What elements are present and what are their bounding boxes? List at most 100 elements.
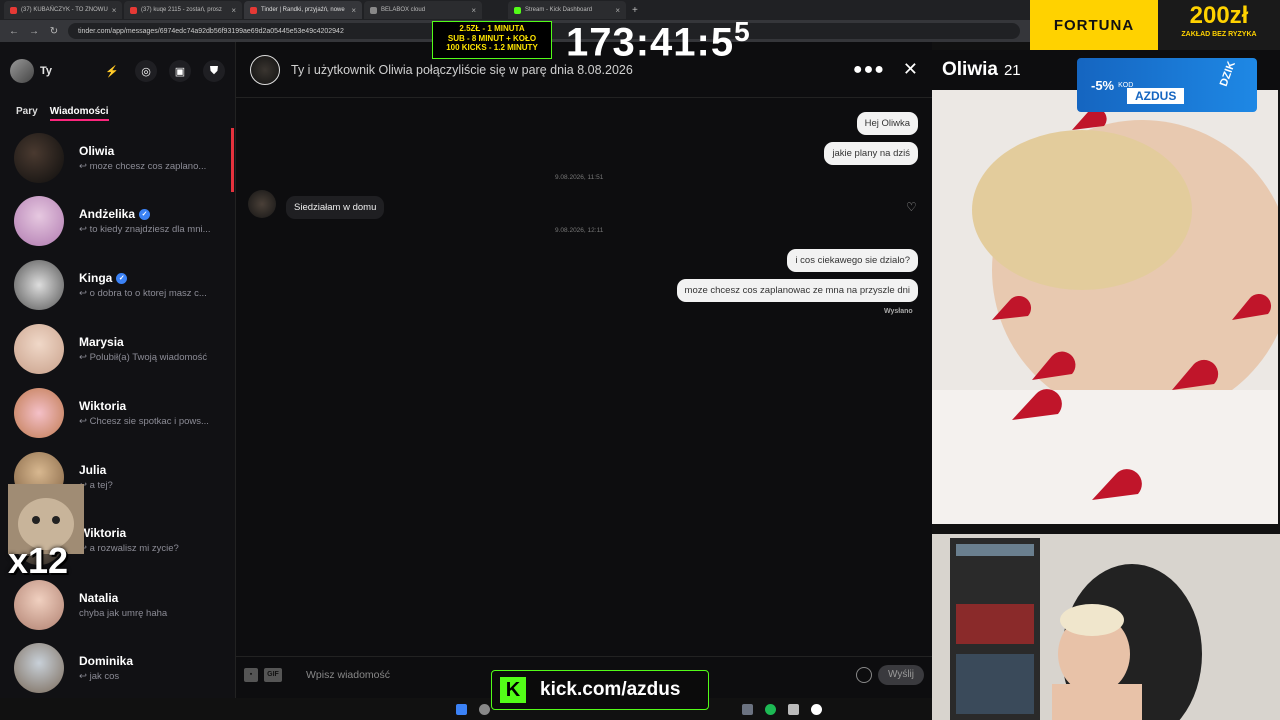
conversation-name-text: Julia xyxy=(79,463,107,477)
outgoing-message: i cos ciekawego sie dzialo? xyxy=(787,249,918,272)
fortuna-subtitle: ZAKŁAD BEZ RYZYKA xyxy=(1181,31,1257,38)
conversation-name-text: Natalia xyxy=(79,591,119,605)
conversation-name: Natalia xyxy=(79,591,229,605)
conversation-preview: chyba jak umrę haha xyxy=(79,608,168,619)
new-tab-icon[interactable]: + xyxy=(632,5,638,16)
sub-rule-line: SUB - 8 MINUT + KOŁO xyxy=(447,33,537,43)
conversation-item[interactable]: Natalia chyba jak umrę haha xyxy=(0,575,234,635)
conversation-preview: ↩ jak cos xyxy=(79,671,120,682)
conversation-name: Oliwia xyxy=(79,144,229,158)
conversation-item[interactable]: Wiktoria ↩ Chcesz sie spotkac i pows... xyxy=(0,383,234,443)
chat-panel: Ty i użytkownik Oliwia połączyliście się… xyxy=(236,42,932,698)
dzik-sponsor-ad: -5% KOD AZDUS DZIK xyxy=(1077,58,1257,112)
shield-icon[interactable]: ⛊ xyxy=(203,60,225,82)
timer-digit: 5 xyxy=(734,16,751,47)
discord-icon[interactable] xyxy=(742,703,753,715)
emote-count: x12 xyxy=(8,540,69,581)
sticker-icon[interactable]: ▪ xyxy=(244,667,258,682)
browser-tab-active[interactable]: Tinder | Randki, przyjaźń, nowe × xyxy=(244,1,362,19)
conversation-name: Dominika xyxy=(79,654,229,668)
browser-tab-bar: (37) KUBAŃCZYK - TO ZNOWU × (37) kuqe 211… xyxy=(0,0,1030,20)
briefcase-icon[interactable]: ▣ xyxy=(169,60,191,82)
browser-tab[interactable]: (37) kuqe 2115 - zostań, prosz × xyxy=(124,1,242,19)
conversation-item[interactable]: Marysia ↩ Polubił(a) Twoją wiadomość xyxy=(0,319,234,379)
profile-photo[interactable] xyxy=(932,90,1278,524)
message-timestamp: 9.08.2026, 11:51 xyxy=(555,174,604,181)
youtube-icon xyxy=(130,6,137,14)
close-tab-icon[interactable]: × xyxy=(231,6,236,15)
gif-button[interactable]: GIF xyxy=(264,667,282,682)
conversation-item[interactable]: Kinga ✓ ↩ o dobra to o ktorej masz c... xyxy=(0,255,234,315)
conversation-text: Oliwia ↩ moze chcesz cos zaplano... xyxy=(79,144,229,172)
match-avatar[interactable] xyxy=(250,54,280,85)
avatar xyxy=(14,324,64,374)
close-tab-icon[interactable]: × xyxy=(471,6,476,15)
explore-icon[interactable]: ◎ xyxy=(135,60,157,82)
verified-badge-icon: ✓ xyxy=(116,272,128,284)
close-icon[interactable]: ✕ xyxy=(903,59,918,80)
subathon-rules-box: 2.5ZŁ - 1 MINUTA SUB - 8 MINUT + KOŁO 10… xyxy=(432,21,552,59)
spotify-icon[interactable] xyxy=(765,703,776,715)
close-tab-icon[interactable]: × xyxy=(112,6,117,15)
avatar xyxy=(14,580,64,630)
dzik-discount: -5% xyxy=(1091,77,1115,93)
profile-label[interactable]: Ty xyxy=(40,65,52,77)
conversation-preview: ↩ Polubił(a) Twoją wiadomość xyxy=(79,352,208,363)
taskbar xyxy=(440,698,840,720)
conversation-name-text: Dominika xyxy=(79,654,134,668)
avatar xyxy=(14,133,64,183)
like-heart-icon[interactable]: ♡ xyxy=(906,200,917,214)
tab-pary[interactable]: Pary xyxy=(16,106,38,121)
conversation-name: Wiktoria xyxy=(79,399,229,413)
outgoing-message: moze chcesz cos zaplanowac ze mna na prz… xyxy=(676,279,918,302)
conversation-item[interactable]: Andżelika ✓ ↩ to kiedy znajdziesz dla mni.… xyxy=(0,191,234,251)
verified-badge-icon: ✓ xyxy=(139,208,151,220)
tab-wiadomosci[interactable]: Wiadomości xyxy=(49,106,109,121)
conversation-name-text: Andżelika xyxy=(79,207,136,221)
conversation-name: Andżelika ✓ xyxy=(79,207,229,221)
sidebar-top-nav: Ty ⚡ ◎ ▣ ⛊ xyxy=(0,42,235,100)
conversation-preview: ↩ Chcesz sie spotkac i pows... xyxy=(79,416,209,427)
sender-avatar xyxy=(248,190,276,218)
obs-icon[interactable] xyxy=(811,703,822,715)
profile-photo-image xyxy=(932,90,1278,524)
profile-name: Oliwia xyxy=(942,59,998,80)
reload-icon[interactable]: ↻ xyxy=(48,26,60,37)
windows-start-icon[interactable] xyxy=(456,703,467,715)
search-icon[interactable] xyxy=(479,703,490,715)
avatar xyxy=(14,388,64,438)
forward-icon[interactable]: → xyxy=(28,26,40,37)
sub-rule-line: 2.5ZŁ - 1 MINUTA xyxy=(459,24,525,33)
conversation-item[interactable]: Oliwia ↩ moze chcesz cos zaplano... xyxy=(0,128,234,188)
conversation-preview: ↩ o dobra to o ktorej masz c... xyxy=(79,288,207,299)
close-tab-icon[interactable]: × xyxy=(351,6,356,15)
conversation-text: Wiktoria ↩ Chcesz sie spotkac i pows... xyxy=(79,399,229,427)
browser-tab[interactable]: BELABOX cloud × xyxy=(364,1,482,19)
conversation-text: Dominika ↩ jak cos xyxy=(79,654,229,682)
conversation-item[interactable]: Dominika ↩ jak cos xyxy=(0,638,234,698)
send-button[interactable]: Wyślij xyxy=(877,664,924,685)
sidebar-tabs: Pary Wiadomości xyxy=(0,100,235,127)
conversation-preview: ↩ a rozwalisz mi zycie? xyxy=(79,543,179,554)
more-options-icon[interactable]: ●●● xyxy=(853,61,885,79)
sub-rule-line: 100 KICKS - 1.2 MINUTY xyxy=(446,43,538,52)
avatar xyxy=(14,260,64,310)
profile-age: 21 xyxy=(1003,61,1021,79)
back-icon[interactable]: ← xyxy=(8,26,20,37)
conversation-text: Natalia chyba jak umrę haha xyxy=(79,591,229,619)
boost-icon[interactable]: ⚡ xyxy=(101,60,123,82)
streamer-webcam xyxy=(932,534,1280,720)
browser-tab[interactable]: (37) KUBAŃCZYK - TO ZNOWU × xyxy=(4,1,122,19)
avatar[interactable] xyxy=(10,59,34,83)
app-icon[interactable] xyxy=(788,703,799,715)
conversation-text: Julia ↩ a tej? xyxy=(79,463,229,491)
conversation-name-text: Wiktoria xyxy=(79,526,127,540)
fortuna-brand: FORTUNA xyxy=(1030,0,1158,50)
emoji-icon[interactable] xyxy=(855,666,872,683)
conversation-preview: ↩ to kiedy znajdziesz dla mni... xyxy=(79,224,211,235)
conversation-preview: ↩ moze chcesz cos zaplano... xyxy=(79,161,207,172)
dzik-logo-text: DZIK xyxy=(1218,59,1239,89)
close-tab-icon[interactable]: × xyxy=(615,6,620,15)
conversation-preview: ↩ a tej? xyxy=(79,480,113,491)
fortuna-ad: FORTUNA 200zł ZAKŁAD BEZ RYZYKA xyxy=(1030,0,1280,50)
